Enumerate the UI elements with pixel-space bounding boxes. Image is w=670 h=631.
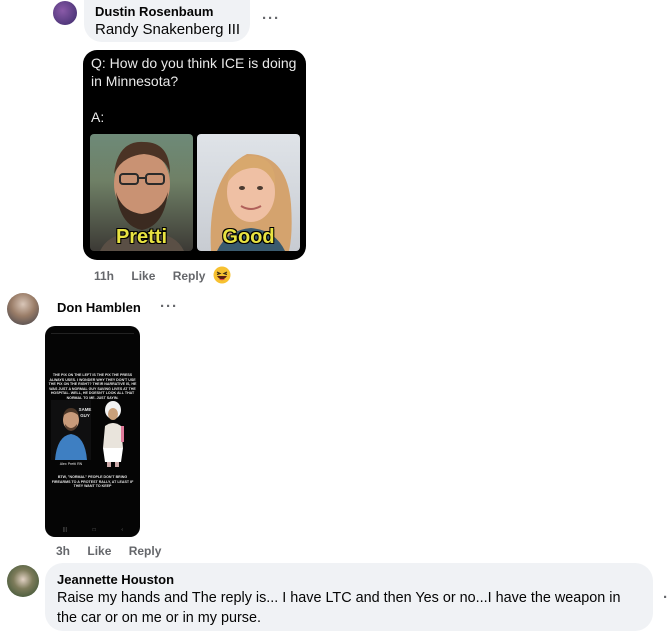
comment-text: Raise my hands and The reply is... I hav… <box>57 590 621 626</box>
comment-timestamp[interactable]: 11h <box>94 269 114 283</box>
comment-timestamp[interactable]: 3h <box>56 544 70 558</box>
meme-answer-label: A: <box>91 109 105 125</box>
comment-bubble: Dustin Rosenbaum Randy Snakenberg III <box>84 0 250 42</box>
like-button[interactable]: Like <box>131 269 155 283</box>
comment-bubble: Jeannette Houston Raise my hands and The… <box>45 563 653 631</box>
comment-actions: 11h Like Reply <box>94 269 219 283</box>
reply-button[interactable]: Reply <box>173 269 206 283</box>
left-photo-label: Alex Pretti RN <box>59 462 83 466</box>
meme-right-caption: Good <box>222 226 275 248</box>
more-options-button[interactable]: ··· <box>160 298 178 315</box>
haha-reaction-icon[interactable] <box>213 266 231 284</box>
meme-left-photo: Pretti <box>90 134 193 251</box>
status-bar <box>51 329 134 334</box>
costumed-man-icon <box>103 401 124 467</box>
comment-actions: 3h Like Reply <box>56 544 175 558</box>
more-options-button[interactable]: · <box>663 589 669 606</box>
back-icon: ‹ <box>121 527 123 533</box>
meme-right-photo: Good <box>197 134 300 251</box>
nav-bar: ||| □ ‹ <box>63 527 123 533</box>
home-icon: □ <box>92 527 96 533</box>
avatar[interactable] <box>7 293 39 325</box>
same-guy-label: SAME GUY <box>78 407 92 418</box>
more-options-button[interactable]: ··· <box>262 10 280 27</box>
meme-left-caption: Pretti <box>115 226 168 248</box>
reply-button[interactable]: Reply <box>129 544 162 558</box>
avatar[interactable] <box>53 1 77 25</box>
comment-author[interactable]: Dustin Rosenbaum <box>95 4 213 19</box>
comment-text: Randy Snakenberg III <box>95 21 241 38</box>
image-bottom-text: BTW, "NORMAL" PEOPLE DON'T BRING FIREARM… <box>51 475 134 489</box>
comment-author[interactable]: Don Hamblen <box>57 300 141 315</box>
comment-author[interactable]: Jeannette Houston <box>57 572 174 587</box>
meme-image[interactable]: Q: How do you think ICE is doing in Minn… <box>83 50 306 260</box>
recent-apps-icon: ||| <box>63 527 67 533</box>
like-button[interactable]: Like <box>87 544 111 558</box>
avatar[interactable] <box>7 565 39 597</box>
comment-image[interactable]: THE PIX ON THE LEFT IS THE PIX THE PRESS… <box>45 326 140 537</box>
right-photo <box>91 396 137 468</box>
meme-question: Q: How do you think ICE is doing in Minn… <box>91 55 297 89</box>
